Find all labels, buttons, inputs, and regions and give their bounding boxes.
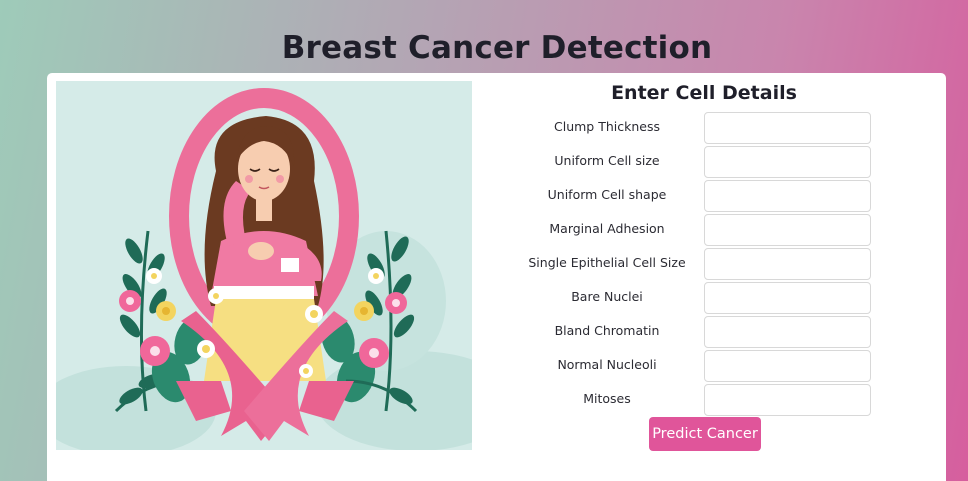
predict-cancer-button[interactable]: Predict Cancer <box>649 417 761 451</box>
form-row-bare-nuclei: Bare Nuclei <box>525 282 925 314</box>
form-row-single-epithelial-cell-size: Single Epithelial Cell Size <box>525 248 925 280</box>
form-title: Enter Cell Details <box>611 82 797 104</box>
label-uniform-cell-size: Uniform Cell size <box>554 153 660 168</box>
label-single-epithelial-cell-size: Single Epithelial Cell Size <box>528 255 686 270</box>
uniform-cell-shape-input[interactable] <box>704 180 871 212</box>
bland-chromatin-input[interactable] <box>704 316 871 348</box>
cell-details-form: Enter Cell Details Clump Thickness Unifo… <box>525 73 925 473</box>
illustration <box>56 81 472 450</box>
bare-nuclei-input[interactable] <box>704 282 871 314</box>
form-row-bland-chromatin: Bland Chromatin <box>525 316 925 348</box>
main-card: Enter Cell Details Clump Thickness Unifo… <box>47 73 946 481</box>
label-normal-nucleoli: Normal Nucleoli <box>557 357 657 372</box>
clump-thickness-input[interactable] <box>704 112 871 144</box>
form-row-mitoses: Mitoses <box>525 384 925 416</box>
label-bare-nuclei: Bare Nuclei <box>571 289 643 304</box>
form-row-normal-nucleoli: Normal Nucleoli <box>525 350 925 382</box>
uniform-cell-size-input[interactable] <box>704 146 871 178</box>
awareness-ribbon-illustration-icon <box>56 88 472 450</box>
form-row-clump-thickness: Clump Thickness <box>525 112 925 144</box>
form-row-uniform-cell-size: Uniform Cell size <box>525 146 925 178</box>
page-title: Breast Cancer Detection <box>281 30 713 66</box>
label-marginal-adhesion: Marginal Adhesion <box>549 221 665 236</box>
normal-nucleoli-input[interactable] <box>704 350 871 382</box>
label-bland-chromatin: Bland Chromatin <box>554 323 660 338</box>
label-clump-thickness: Clump Thickness <box>554 119 660 134</box>
single-epithelial-cell-size-input[interactable] <box>704 248 871 280</box>
marginal-adhesion-input[interactable] <box>704 214 871 246</box>
mitoses-input[interactable] <box>704 384 871 416</box>
label-mitoses: Mitoses <box>583 391 631 406</box>
form-row-marginal-adhesion: Marginal Adhesion <box>525 214 925 246</box>
form-row-uniform-cell-shape: Uniform Cell shape <box>525 180 925 212</box>
label-uniform-cell-shape: Uniform Cell shape <box>547 187 667 202</box>
